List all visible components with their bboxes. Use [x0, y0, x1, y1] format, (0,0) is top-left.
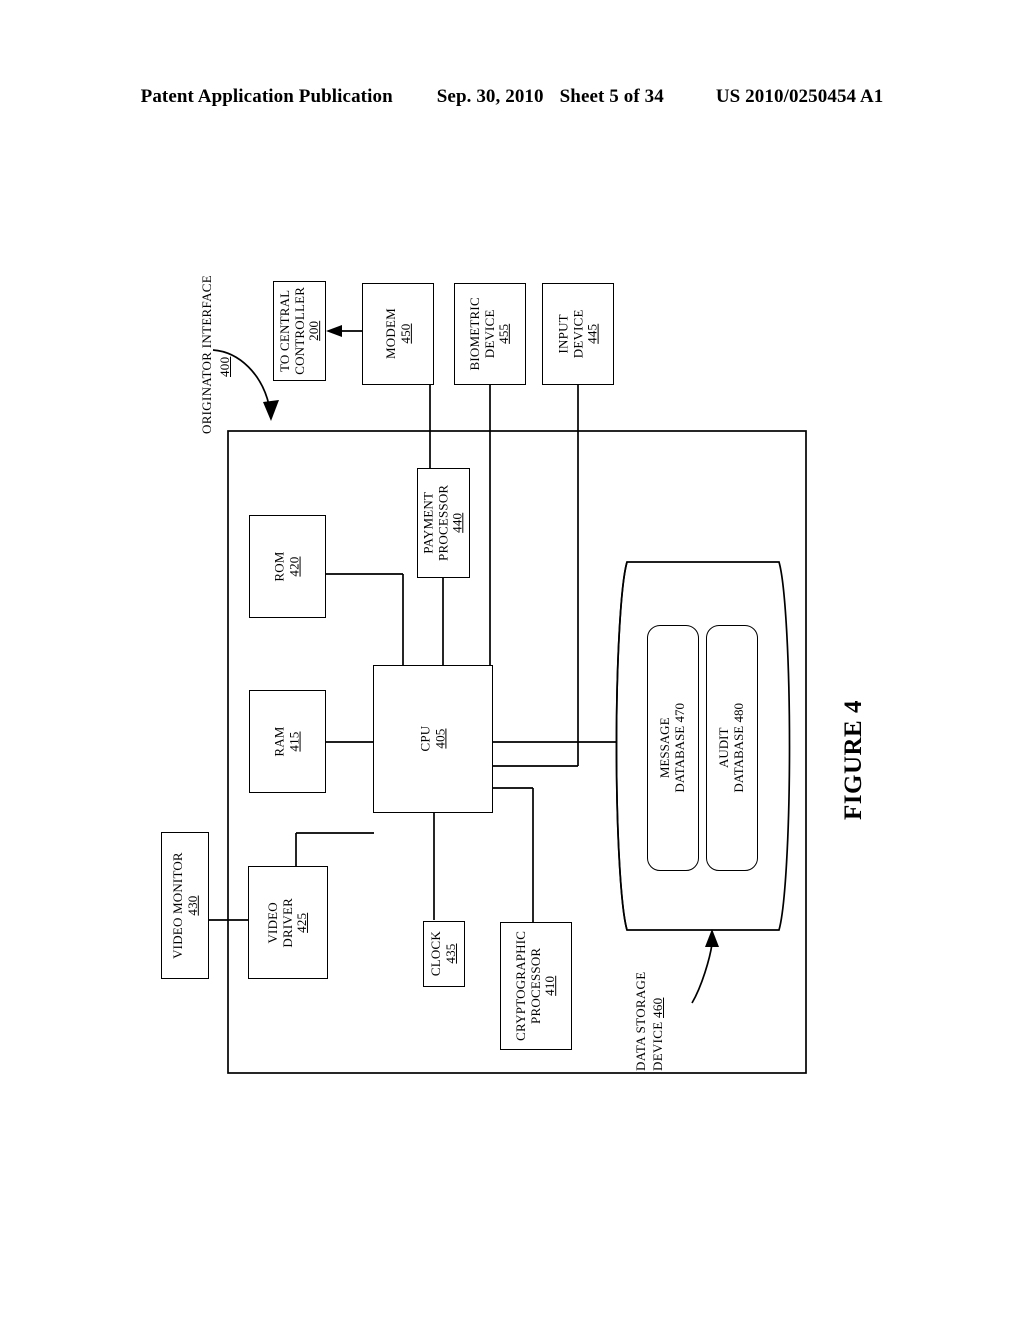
- data-storage-device-label: DATA STORAGE DEVICE 460: [622, 925, 665, 1075]
- data-storage-line2: DEVICE: [650, 1021, 665, 1071]
- payment-processor-line2: PROCESSOR: [435, 484, 451, 562]
- ram-ref: 415: [286, 731, 302, 752]
- crypto-ref: 410: [542, 975, 558, 997]
- audit-db-line1: AUDIT: [716, 727, 732, 769]
- audit-db-line2: DATABASE: [731, 725, 747, 793]
- figure-caption-text: FIGURE 4: [840, 700, 867, 820]
- input-device-line1: INPUT: [555, 314, 571, 354]
- originator-interface-name: ORIGINATOR INTERFACE: [199, 275, 214, 434]
- data-storage-line1: DATA STORAGE: [633, 971, 648, 1071]
- biometric-line1: BIOMETRIC: [467, 297, 483, 371]
- video-driver-line1: VIDEO: [265, 901, 281, 944]
- central-controller-line2: CONTROLLER: [291, 287, 307, 375]
- node-central-controller: TO CENTRAL CONTROLLER 200: [273, 281, 326, 381]
- video-driver-ref: 425: [294, 912, 310, 933]
- arrowhead-originator: [263, 400, 279, 421]
- data-storage-ref: 460: [650, 997, 665, 1018]
- figure-linework: [209, 325, 807, 1074]
- crypto-line2: PROCESSOR: [527, 947, 543, 1025]
- node-cryptographic-processor: CRYPTOGRAPHIC PROCESSOR 410: [500, 922, 572, 1050]
- storage-cylinder-endcap: [615, 561, 628, 931]
- payment-processor-ref: 440: [449, 512, 465, 534]
- crypto-line1: CRYPTOGRAPHIC: [513, 930, 529, 1041]
- node-clock: CLOCK 435: [423, 921, 465, 987]
- arrowhead-controller: [326, 325, 342, 337]
- video-monitor-line1: VIDEO MONITOR: [169, 852, 185, 959]
- input-device-ref: 445: [584, 323, 600, 345]
- modem-line1: MODEM: [382, 308, 398, 360]
- video-monitor-ref: 430: [184, 895, 199, 916]
- biometric-ref: 455: [496, 323, 512, 345]
- cpu-line1: CPU: [417, 726, 433, 752]
- clock-ref: 435: [443, 943, 458, 965]
- node-input-device: INPUT DEVICE 445: [542, 283, 614, 385]
- storage-cylinder-body: [615, 561, 791, 931]
- clock-line1: CLOCK: [428, 931, 444, 977]
- rom-line1: ROM: [271, 551, 287, 582]
- video-driver-line2: DRIVER: [279, 897, 295, 948]
- central-controller-line1: TO CENTRAL: [276, 289, 292, 373]
- biometric-line2: DEVICE: [481, 309, 497, 359]
- node-message-database: MESSAGE DATABASE 470: [647, 625, 699, 871]
- storage-callout-arrow: [691, 943, 713, 1004]
- message-db-line2: DATABASE: [672, 725, 688, 793]
- audit-db-ref: 480: [731, 703, 747, 723]
- node-payment-processor: PAYMENT PROCESSOR 440: [417, 468, 470, 578]
- node-biometric-device: BIOMETRIC DEVICE 455: [454, 283, 526, 385]
- message-db-ref: 470: [672, 703, 688, 723]
- central-controller-ref: 200: [305, 320, 321, 342]
- node-ram: RAM 415: [249, 690, 326, 793]
- payment-processor-line1: PAYMENT: [420, 492, 436, 554]
- node-cpu: CPU 405: [373, 665, 493, 813]
- originator-interface-ref: 400: [217, 356, 232, 377]
- node-video-driver: VIDEO DRIVER 425: [248, 866, 328, 979]
- patent-figure-4: ORIGINATOR INTERFACE 400 TO CENTRAL CONT…: [0, 0, 1024, 1320]
- ram-line1: RAM: [271, 726, 287, 757]
- message-db-line1: MESSAGE: [657, 717, 673, 779]
- node-video-monitor: VIDEO MONITOR 430: [161, 832, 209, 979]
- originator-interface-label: ORIGINATOR INTERFACE 400: [186, 258, 232, 438]
- node-rom: ROM 420: [249, 515, 326, 618]
- node-modem: MODEM 450: [362, 283, 434, 385]
- figure-caption: FIGURE 4: [834, 672, 868, 822]
- modem-ref: 450: [397, 323, 412, 345]
- input-device-line2: DEVICE: [569, 309, 585, 359]
- rom-ref: 420: [286, 556, 302, 577]
- node-audit-database: AUDIT DATABASE 480: [706, 625, 758, 871]
- arrowhead-storage: [705, 929, 719, 947]
- cpu-ref: 405: [431, 728, 447, 750]
